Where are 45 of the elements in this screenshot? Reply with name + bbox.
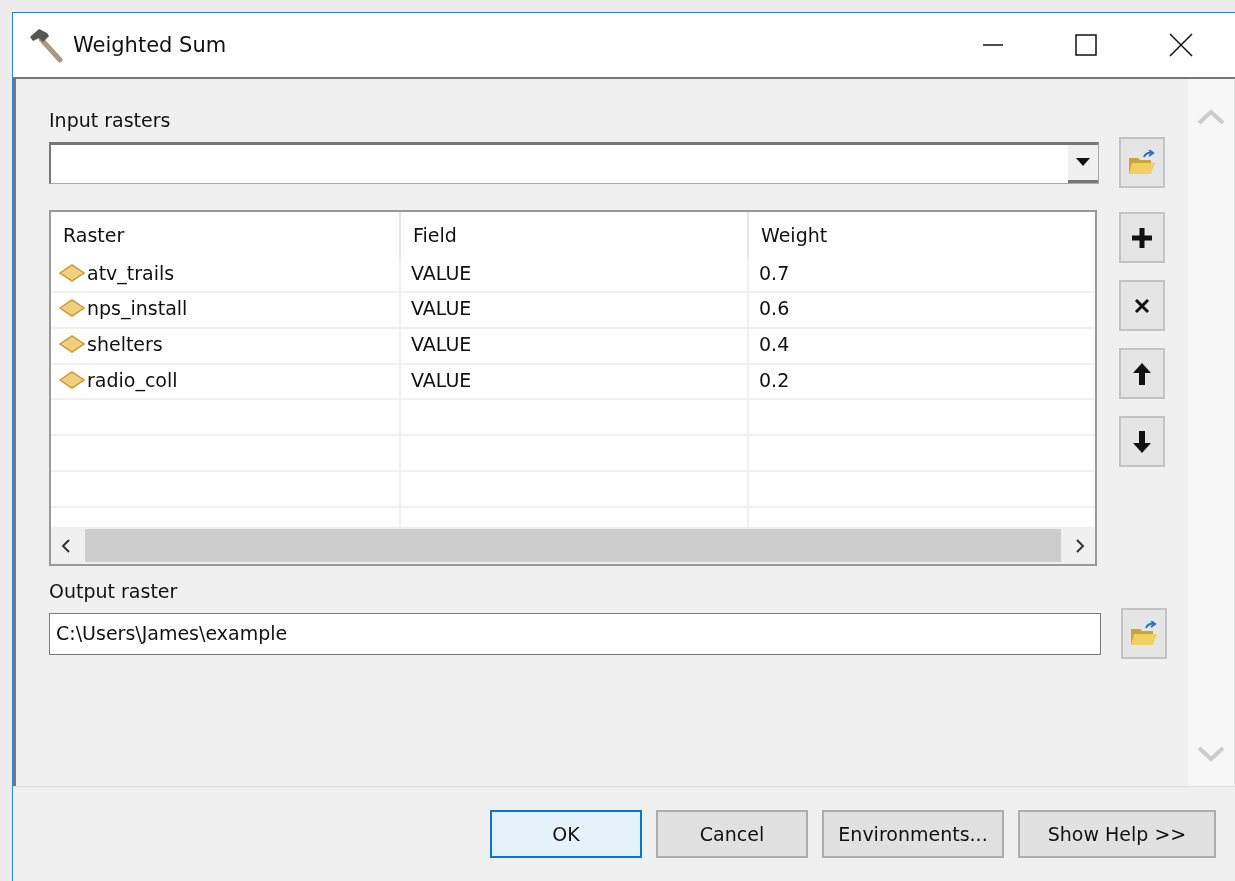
table-cell: shelters xyxy=(87,333,163,355)
table-cell: 0.7 xyxy=(759,261,790,284)
table-cell: nps_install xyxy=(87,297,188,320)
remove-button[interactable] xyxy=(1119,280,1165,331)
table-cell: VALUE xyxy=(411,333,472,355)
table-cell: 0.6 xyxy=(759,297,790,320)
output-raster-field[interactable]: C:\Users\James\example xyxy=(49,612,1101,655)
table-cell: VALUE xyxy=(411,261,472,284)
move-down-button[interactable] xyxy=(1119,416,1165,467)
column-header[interactable]: Weight xyxy=(749,212,1095,258)
folder-icon xyxy=(1127,149,1157,176)
table-cell: VALUE xyxy=(411,368,472,391)
window-title: Weighted Sum xyxy=(73,33,227,57)
maximize-icon[interactable] xyxy=(1075,34,1097,56)
scroll-left-icon[interactable] xyxy=(61,538,71,553)
raster-icon xyxy=(59,298,85,319)
raster-icon xyxy=(59,334,85,354)
close-icon[interactable] xyxy=(1169,33,1193,57)
field-label: Input rasters xyxy=(49,109,172,133)
table-cell: atv_trails xyxy=(87,261,175,284)
dialog-button[interactable]: Cancel xyxy=(656,810,808,858)
up-arrow-icon xyxy=(1133,362,1151,385)
raster-icon xyxy=(59,262,85,283)
table-cell: 0.4 xyxy=(759,333,790,355)
dialog-button[interactable]: Show Help >> xyxy=(1018,810,1216,858)
input-rasters-dropdown[interactable] xyxy=(49,141,1099,184)
plus-icon xyxy=(1131,226,1153,249)
folder-icon xyxy=(1129,620,1159,647)
scrollbar-thumb[interactable] xyxy=(85,529,1061,563)
raster-icon xyxy=(59,369,85,390)
table-cell: 0.2 xyxy=(759,368,790,391)
scroll-right-icon[interactable] xyxy=(1075,538,1085,553)
down-arrow-icon xyxy=(1133,430,1151,453)
table-cell: radio_coll xyxy=(87,368,178,391)
caret-icon xyxy=(1076,158,1090,166)
dialog-button[interactable]: OK xyxy=(490,810,642,858)
move-up-button[interactable] xyxy=(1119,348,1165,399)
dialog-button[interactable]: Environments... xyxy=(822,810,1004,858)
column-header[interactable]: Field xyxy=(401,212,749,258)
field-label: Output raster xyxy=(49,580,179,604)
close-icon xyxy=(1134,297,1150,314)
table-cell: VALUE xyxy=(411,297,472,320)
add-button[interactable] xyxy=(1119,212,1165,263)
hammer-icon xyxy=(27,27,65,63)
column-header[interactable]: Raster xyxy=(51,212,401,258)
